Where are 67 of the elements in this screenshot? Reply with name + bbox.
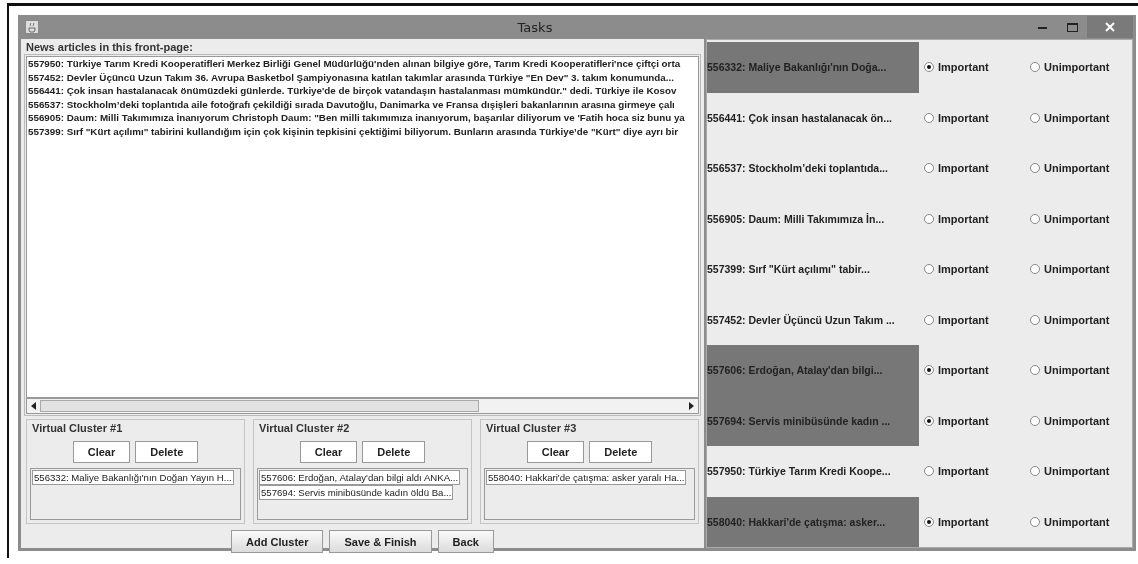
radio-option[interactable]: Unimportant [1030, 414, 1110, 427]
cluster-button[interactable]: Delete [362, 441, 426, 463]
close-icon [1105, 22, 1115, 32]
cluster-item[interactable]: 558040: Hakkari'de çatışma: asker yaralı Ha... [486, 470, 687, 485]
cluster-button[interactable]: Clear [299, 441, 358, 463]
radio-option[interactable]: Important [924, 414, 1030, 427]
radio-option[interactable]: Important [924, 313, 1030, 326]
article-item[interactable]: 557399: Sırf "Kürt açılımı" tabirini kullandığım için çok kişinin tepkisini çektiğimi biliyorum. Bunların arasında Türkiye’de "Kürt" diye ayrı bir [27, 124, 679, 138]
radio-option[interactable]: Important [924, 263, 1030, 276]
cluster-button[interactable]: Clear [526, 441, 585, 463]
radio-option[interactable]: Important [924, 465, 1030, 478]
article-label: 556332: Maliye Bakanlığı'nın Doğa... [707, 42, 919, 93]
horizontal-scrollbar[interactable] [26, 398, 699, 414]
radio-option[interactable]: Unimportant [1030, 313, 1110, 326]
article-item[interactable]: 557950: Türkiye Tarım Kredi Kooperatifleri Merkez Birliği Genel Müdürlüğü'nden alınan bilgiye göre, Tarım Kredi Kooperatifleri'nce çiftçi orta [27, 57, 681, 71]
article-item[interactable]: 556537: Stockholm’deki toplantıda aile fotoğrafı çekildiği sırada Davutoğlu, Danimarka ve Fransa dışişleri bakanlarının arasına girmeye çalı [27, 97, 675, 111]
radio-option[interactable]: Important [924, 364, 1030, 377]
cluster-item[interactable]: 556332: Maliye Bakanlığı'nın Doğan Yayın H... [32, 470, 234, 485]
scroll-left-icon[interactable] [31, 402, 36, 410]
scroll-thumb[interactable] [40, 400, 479, 412]
article-label: 558040: Hakkari'de çatışma: asker... [707, 496, 919, 547]
close-button[interactable] [1087, 16, 1133, 38]
window-title: Tasks [516, 19, 554, 35]
article-item[interactable]: 556441: Çok insan hastalanacak önümüzdeki günlerde. Türkiye'de de birçok vatandaşın hastalanması mümkündür." dedi. Türkiye ile Kosov [27, 84, 677, 98]
radio-option[interactable]: Unimportant [1030, 162, 1110, 175]
article-item[interactable]: 557452: Devler Üçüncü Uzun Takım 36. Avrupa Basketbol Şampiyonasına katılan takımlar arasında Türkiye "En Dev" 3. takım konumunda... [27, 70, 674, 84]
radio-option[interactable]: Unimportant [1030, 61, 1110, 74]
action-button[interactable]: Save & Finish [329, 530, 432, 553]
cluster-list[interactable]: 557606: Erdoğan, Atalay'dan bilgi aldı ANKA... 557694: Servis minibüsünde kadın öldü Ba... [257, 468, 468, 520]
maximize-icon [1066, 22, 1078, 32]
cluster-button[interactable]: Delete [135, 441, 199, 463]
radio-option[interactable]: Important [924, 212, 1030, 225]
article-label: 557694: Servis minibüsünde kadın ... [707, 395, 919, 446]
cluster-title: Virtual Cluster #1 [31, 422, 124, 435]
radio-option[interactable]: Important [924, 111, 1030, 124]
cluster-item[interactable]: 557694: Servis minibüsünde kadın öldü Ba... [259, 485, 454, 500]
radio-option[interactable]: Important [924, 515, 1030, 528]
minimize-icon [1037, 25, 1047, 29]
cluster-list[interactable]: 556332: Maliye Bakanlığı'nın Doğan Yayın H... [30, 468, 241, 520]
action-button[interactable]: Add Cluster [231, 530, 324, 553]
cluster-button[interactable]: Clear [72, 441, 131, 463]
radio-option[interactable]: Important [924, 61, 1030, 74]
article-label: 557452: Devler Üçüncü Uzun Takım ... [707, 312, 896, 328]
radio-option[interactable]: Unimportant [1030, 465, 1110, 478]
article-label: 557606: Erdoğan, Atalay'dan bilgi... [707, 345, 919, 396]
radio-option[interactable]: Unimportant [1030, 364, 1110, 377]
cluster-list[interactable]: 558040: Hakkari'de çatışma: asker yaralı Ha... [484, 468, 695, 520]
java-cup-icon [25, 20, 39, 34]
radio-option[interactable]: Unimportant [1030, 263, 1110, 276]
radio-option[interactable]: Unimportant [1030, 515, 1110, 528]
radio-option[interactable]: Unimportant [1030, 111, 1110, 124]
scroll-right-icon[interactable] [689, 402, 694, 410]
radio-option[interactable]: Unimportant [1030, 212, 1110, 225]
article-label: 557950: Türkiye Tarım Kredi Koope... [707, 464, 892, 480]
action-button[interactable]: Back [437, 530, 494, 553]
cluster-item[interactable]: 557606: Erdoğan, Atalay'dan bilgi aldı ANKA... [259, 470, 461, 485]
cluster-title: Virtual Cluster #2 [258, 422, 351, 435]
article-label: 556441: Çok insan hastalanacak ön... [707, 110, 893, 126]
cluster-title: Virtual Cluster #3 [485, 422, 578, 435]
article-label: 556905: Daum: Milli Takımımıza İn... [707, 211, 886, 227]
section-title: News articles in this front-page: [25, 41, 194, 54]
article-list[interactable] [26, 56, 699, 398]
radio-option[interactable]: Important [924, 162, 1030, 175]
article-label: 557399: Sırf "Kürt açılımı" tabir... [707, 262, 871, 278]
article-item[interactable]: 556905: Daum: Milli Takımımıza İnanıyorum Christoph Daum: "Ben milli takımımıza inanıyorum, başarılar diliyorum ve 'Fatih hoca siz bunu ya [27, 111, 685, 125]
article-label: 556537: Stockholm’deki toplantıda... [707, 161, 889, 177]
cluster-button[interactable]: Delete [589, 441, 653, 463]
